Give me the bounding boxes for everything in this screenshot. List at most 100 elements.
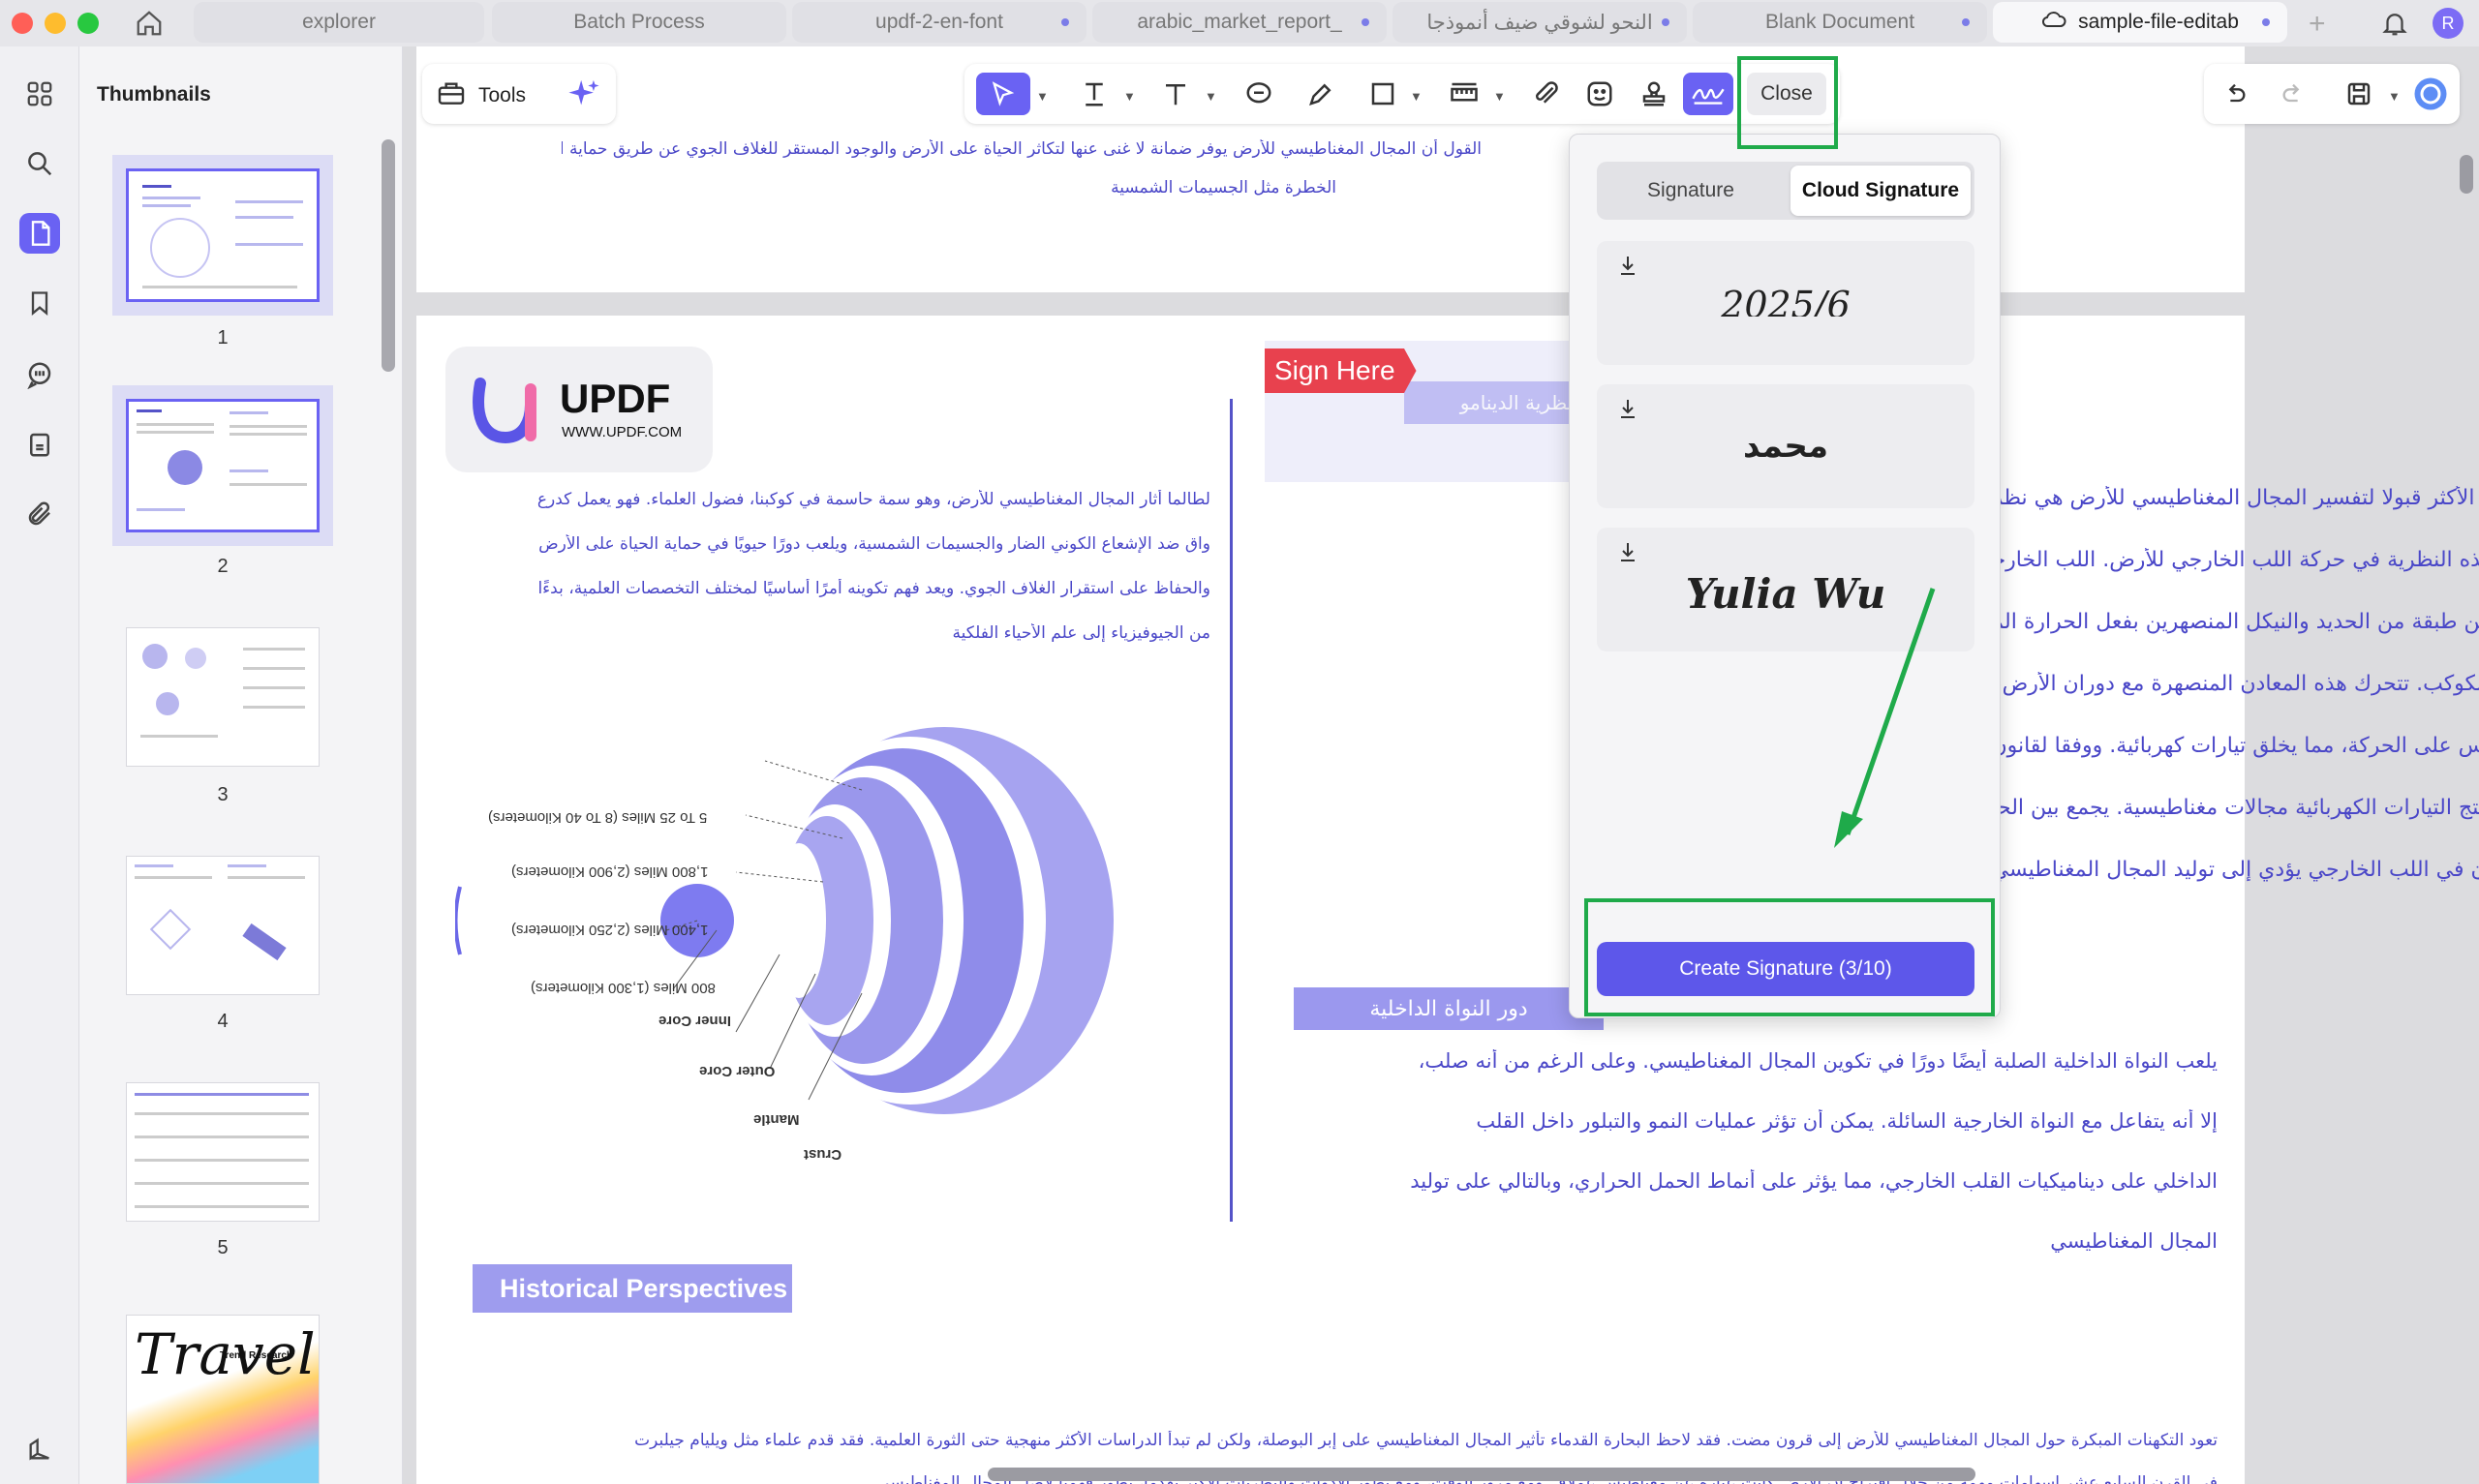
pen-draw-icon[interactable] — [1300, 73, 1342, 115]
signature-tabs: Signature Cloud Signature — [1597, 162, 1974, 220]
thumbnail-page-6[interactable]: Travel Trend Research — [126, 1315, 320, 1484]
arabic-paragraph-line: لطالما أثار المجال المغناطيسي للأرض، وهو… — [536, 490, 1210, 509]
chevron-down-icon[interactable]: ▼ — [2388, 89, 2401, 104]
thumbnail-page-number: 4 — [217, 1011, 229, 1032]
signature-card[interactable]: محمد — [1597, 384, 1974, 508]
save-icon[interactable] — [2338, 73, 2380, 115]
thumbnail-page-number: 1 — [217, 327, 229, 348]
tab-arabic-grammar[interactable]: النحو لشوقي ضيف أنموذجا — [1393, 2, 1687, 43]
tab-label: النحو لشوقي ضيف أنموذجا — [1426, 11, 1653, 34]
highlight-box-create-signature — [1584, 898, 1995, 1016]
column-divider — [1230, 399, 1233, 1222]
chevron-down-icon[interactable]: ▼ — [1493, 89, 1506, 104]
tab-label: explorer — [302, 11, 376, 33]
annotation-toolbar: ▼ ▼ ▼ ▼ ▼ Close — [964, 64, 1840, 124]
thumbnail-page-3[interactable] — [126, 627, 320, 767]
diagram-label: Outer Core — [699, 1063, 776, 1079]
download-icon[interactable] — [1618, 541, 1637, 567]
new-tab-plus-icon[interactable]: + — [2309, 8, 2326, 41]
signature-preview: 2025/6 — [1721, 284, 1851, 317]
chevron-down-icon[interactable]: ▼ — [1036, 89, 1049, 104]
unsaved-dot — [2262, 18, 2270, 26]
thumbnail-page-1[interactable] — [112, 155, 333, 316]
logo-name: UPDF — [560, 376, 671, 421]
signature-card[interactable]: 2025/6 — [1597, 241, 1974, 365]
ai-sparkle-icon[interactable] — [567, 77, 600, 115]
bell-icon[interactable] — [2380, 8, 2409, 44]
rectangle-shape-icon[interactable] — [1362, 73, 1404, 115]
paperclip-icon[interactable] — [1524, 73, 1567, 115]
sticker-icon[interactable] — [1578, 73, 1621, 115]
comment-bubble-icon[interactable] — [1238, 73, 1280, 115]
travel-thumbnail-subtitle: Trend Research — [220, 1350, 293, 1361]
tab-sample-file-editable[interactable]: sample-file-editab — [1993, 2, 2287, 43]
select-cursor-icon[interactable] — [976, 73, 1030, 115]
tab-label: updf-2-en-font — [875, 11, 1003, 33]
arabic-paragraph-line: من الجيوفيزياء إلى علم الأحياء الفلكية — [952, 623, 1210, 643]
thumbnails-title: Thumbnails — [97, 83, 211, 106]
user-avatar[interactable]: R — [2433, 8, 2464, 39]
download-icon[interactable] — [1618, 255, 1637, 281]
horizontal-scrollbar[interactable] — [988, 1468, 1975, 1481]
document-stack-icon[interactable] — [19, 424, 60, 465]
arabic-paragraph-line: الداخلي على ديناميكيات القلب الخارجي، مم… — [1410, 1169, 2218, 1193]
thumbnail-page-number: 3 — [217, 784, 229, 805]
signature-icon[interactable] — [1683, 73, 1733, 115]
sign-here-marker[interactable]: Sign Here — [1265, 348, 1417, 393]
document-actions-toolbar: ▼ — [2204, 64, 2460, 124]
vertical-scrollbar[interactable] — [2460, 155, 2473, 194]
chevron-down-icon[interactable]: ▼ — [1410, 89, 1423, 104]
arabic-text-line: الخطرة مثل الجسيمات الشمسية — [1111, 178, 1336, 197]
thumbnails-scrollbar[interactable] — [382, 139, 395, 372]
unsaved-dot — [1662, 18, 1669, 26]
thumbnail-page-4[interactable] — [126, 856, 320, 995]
attachment-icon[interactable] — [19, 494, 60, 534]
left-tool-rail — [0, 46, 79, 1484]
search-icon[interactable] — [19, 143, 60, 184]
chevron-down-icon[interactable]: ▼ — [1123, 89, 1136, 104]
signature-preview: محمد — [1743, 427, 1828, 466]
window-zoom-button[interactable] — [77, 13, 99, 34]
historical-perspectives-heading: Historical Perspectives — [473, 1264, 792, 1313]
tab-updf-2-en-font[interactable]: updf-2-en-font — [792, 2, 1086, 43]
redo-icon[interactable] — [2272, 73, 2314, 115]
bookmark-icon[interactable] — [19, 283, 60, 323]
tab-cloud-signature[interactable]: Cloud Signature — [1790, 166, 1971, 216]
download-icon[interactable] — [1618, 398, 1637, 424]
ai-assistant-icon[interactable] — [2409, 73, 2452, 115]
text-underline-icon[interactable] — [1073, 73, 1116, 115]
tab-blank-document[interactable]: Blank Document — [1693, 2, 1987, 43]
unsaved-dot — [1061, 18, 1069, 26]
diagram-label: Mantle — [753, 1111, 800, 1128]
thumbnail-page-5[interactable] — [126, 1082, 320, 1222]
chevron-down-icon[interactable]: ▼ — [1205, 89, 1217, 104]
undo-icon[interactable] — [2214, 73, 2256, 115]
arabic-paragraph-line: واق ضد الإشعاع الكوني الضار والجسيمات ال… — [538, 534, 1210, 554]
inner-core-heading: دور النواة الداخلية — [1294, 987, 1604, 1030]
tab-signature[interactable]: Signature — [1601, 166, 1781, 216]
thumbnail-page-number: 2 — [217, 556, 229, 577]
tab-bar: explorer Batch Process updf-2-en-font ar… — [0, 0, 2479, 46]
comment-icon[interactable] — [19, 354, 60, 395]
updf-logo-icon — [473, 378, 536, 444]
tools-button[interactable]: Tools — [436, 77, 526, 113]
grid-apps-icon[interactable] — [19, 74, 60, 114]
arabic-paragraph-line: المجال المغناطيسي — [2050, 1229, 2218, 1253]
window-minimize-button[interactable] — [45, 13, 66, 34]
text-tool-icon[interactable] — [1154, 73, 1197, 115]
diagram-label: 800 Miles (1,300 Kilometers) — [531, 980, 716, 996]
tab-batch-process[interactable]: Batch Process — [492, 2, 786, 43]
thumbnails-icon[interactable] — [19, 213, 60, 254]
home-icon[interactable] — [132, 6, 167, 41]
stamp-icon[interactable] — [1633, 73, 1675, 115]
window-close-button[interactable] — [12, 13, 33, 34]
updf-logo: UPDF WWW.UPDF.COM — [445, 347, 713, 472]
diagram-label: Crust — [804, 1146, 842, 1163]
thumbnail-page-2[interactable] — [112, 385, 333, 546]
measure-ruler-icon[interactable] — [1443, 73, 1485, 115]
cloud-icon — [2041, 10, 2066, 35]
tab-arabic-market-report[interactable]: arabic_market_report_ — [1092, 2, 1387, 43]
sidebar-toggle-icon[interactable] — [19, 1429, 60, 1469]
tab-label: arabic_market_report_ — [1137, 11, 1342, 33]
tab-explorer[interactable]: explorer — [194, 2, 484, 43]
